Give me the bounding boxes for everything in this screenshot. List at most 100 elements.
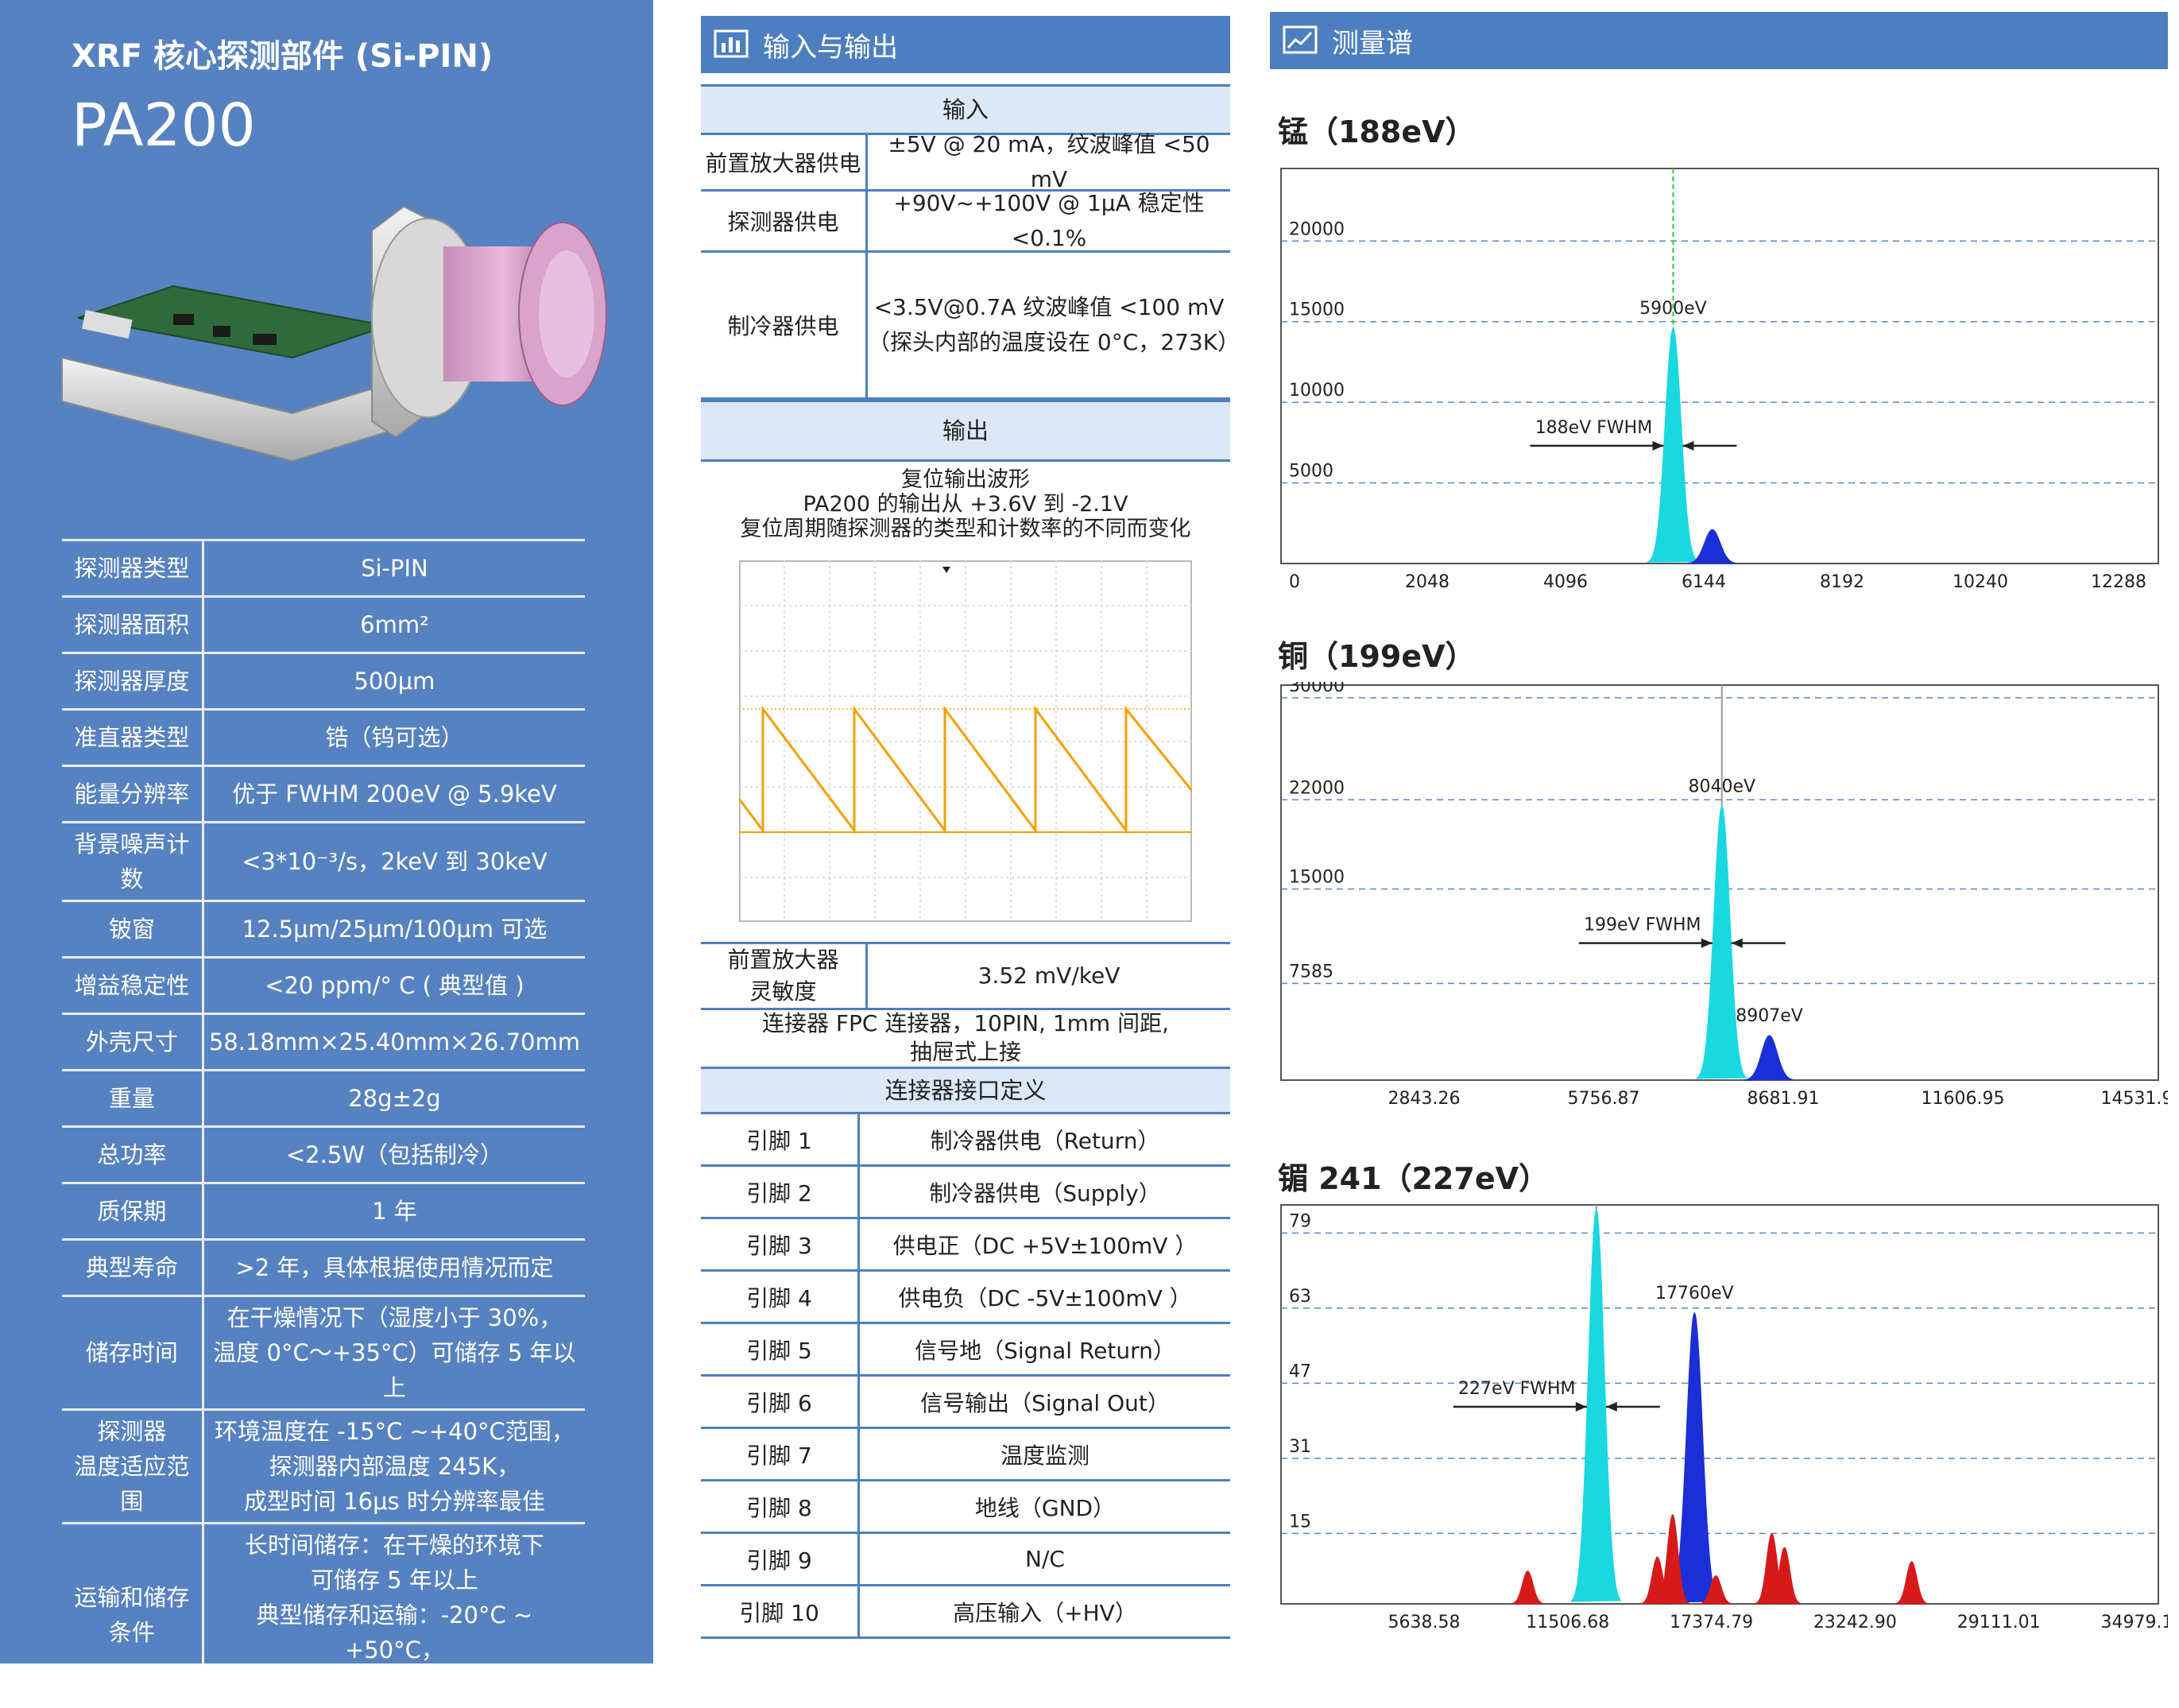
spec-value: Si-PIN (203, 539, 585, 597)
x-tick-label: 12288 (2091, 572, 2146, 592)
spec-row: 探测器 温度适应范围 环境温度在 -15°C ~+40°C范围， 探测器内部温度 … (62, 1408, 585, 1524)
pin-row: 引脚 9 N/C (701, 1534, 1230, 1586)
product-model: PA200 (72, 91, 256, 160)
input-label: 前置放大器供电 (701, 135, 868, 189)
x-tick-label: 23242.90 (1813, 1613, 1897, 1632)
pin-number: 引脚 8 (701, 1481, 860, 1532)
sensitivity-row: 前置放大器 灵敏度 3.52 mV/keV (701, 942, 1230, 1010)
spec-row: 探测器类型 Si-PIN (62, 539, 585, 597)
pin-row: 引脚 4 供电负（DC -5V±100mV ） (701, 1272, 1230, 1324)
input-row: 制冷器供电 <3.5V@0.7A 纹波峰值 <100 mV （探头内部的温度设在 … (701, 253, 1240, 400)
input-value: <3.5V@0.7A 纹波峰值 <100 mV （探头内部的温度设在 0°C，2… (868, 294, 1240, 355)
spec-value: <3*10⁻³/s，2keV 到 30keV (203, 821, 585, 901)
x-tick-label: 29111.01 (1957, 1613, 2041, 1632)
y-tick-label: 15 (1289, 1512, 1311, 1532)
input-label: 探测器供电 (701, 192, 868, 250)
sensitivity-label: 前置放大器 灵敏度 (701, 944, 868, 1008)
pin-number: 引脚 6 (701, 1377, 860, 1427)
spec-row: 重量 28g±2g (62, 1069, 585, 1127)
spec-value: <2.5W（包括制冷） (203, 1125, 585, 1183)
spec-row: 背景噪声计数 <3*10⁻³/s，2keV 到 30keV (62, 821, 585, 901)
wave-title: 复位输出波形 (901, 467, 1030, 492)
y-tick-label: 63 (1289, 1287, 1311, 1307)
spectrum-header: 测量谱 (1270, 12, 2168, 69)
fwhm-label: 227eV FWHM (1458, 1379, 1576, 1399)
spec-row: 总功率 <2.5W（包括制冷） (62, 1125, 585, 1183)
secondary-peak-label: 8907eV (1736, 1006, 1803, 1026)
chart-title-mn: 锰（188eV） (1278, 114, 1476, 149)
x-tick-label: 8192 (1820, 572, 1864, 592)
wave-line2: 复位周期随探测器的类型和计数率的不同而变化 (740, 517, 1191, 541)
spec-label: 增益稳定性 (62, 956, 204, 1014)
spec-row: 能量分辨率 优于 FWHM 200eV @ 5.9keV (62, 765, 585, 823)
input-value: ±5V @ 20 mA，纹波峰值 <50 mV (888, 131, 1210, 192)
spec-value: 1 年 (203, 1182, 585, 1240)
spec-label: 探测器类型 (62, 539, 204, 597)
pin-row: 引脚 7 温度监测 (701, 1429, 1230, 1481)
x-tick-label: 6144 (1682, 572, 1726, 592)
pin-row: 引脚 2 制冷器供电（Supply） (701, 1167, 1230, 1219)
y-tick-label: 30000 (1289, 682, 1345, 696)
peak-energy-label: 5900eV (1639, 299, 1707, 319)
io-panel: 输入与输出 输入 前置放大器供电 ±5V @ 20 mA，纹波峰值 <50 mV 探… (701, 0, 1240, 1663)
spec-label: 能量分辨率 (62, 765, 204, 823)
spec-value: 锆（钨可选） (203, 708, 585, 766)
pin-row: 引脚 3 供电正（DC +5V±100mV ） (701, 1219, 1230, 1272)
pin-number: 引脚 4 (701, 1272, 860, 1322)
spectrum-chart-mn: 5000 10000 15000 20000 0 2048 4096 6144 8192 1024… (1280, 168, 2159, 592)
pin-function: 供电负（DC -5V±100mV ） (898, 1284, 1192, 1311)
spec-row: 增益稳定性 <20 ppm/° C ( 典型值 ) (62, 956, 585, 1014)
spec-label: 准直器类型 (62, 708, 204, 766)
io-header-label: 输入与输出 (763, 31, 898, 64)
pin-number: 引脚 2 (701, 1167, 860, 1217)
spec-value: >2 年，具体根据使用情况而定 (203, 1238, 585, 1296)
x-tick-label: 0 (1289, 572, 1300, 592)
x-tick-label: 4096 (1543, 572, 1588, 592)
y-tick-label: 79 (1289, 1211, 1311, 1231)
pin-number: 引脚 7 (701, 1429, 860, 1479)
x-tick-label: 10240 (1953, 572, 2008, 592)
connector-line2: 抽屉式上接 (909, 1039, 1021, 1065)
spec-label: 外壳尺寸 (62, 1013, 204, 1071)
fwhm-label: 199eV FWHM (1584, 916, 1701, 935)
spec-label: 储存时间 (62, 1295, 204, 1410)
spec-label: 重量 (62, 1069, 204, 1127)
spec-label: 典型寿命 (62, 1238, 204, 1296)
left-panel: XRF 核心探测部件 (Si-PIN) PA200 探测器类型 Si-PIN 探测器… (0, 0, 653, 1708)
spec-value: <20 ppm/° C ( 典型值 ) (203, 956, 585, 1014)
spec-value: 环境温度在 -15°C ~+40°C范围， 探测器内部温度 245K， 成型时间… (203, 1408, 585, 1524)
spectrum-header-label: 测量谱 (1332, 27, 1413, 60)
x-tick-label: 5638.58 (1388, 1613, 1461, 1632)
x-tick-label: 2843.26 (1388, 1089, 1461, 1109)
pin-function: 信号地（Signal Return） (915, 1337, 1175, 1364)
spectrum-panel: 测量谱 锰（188eV） 5000 10000 15000 20000 0 2048 409… (1270, 0, 2179, 1663)
spec-row: 准直器类型 锆（钨可选） (62, 708, 585, 766)
y-tick-label: 7585 (1289, 962, 1333, 982)
pin-function: 温度监测 (1000, 1442, 1090, 1469)
pin-function: 地线（GND） (974, 1494, 1116, 1521)
x-tick-label: 11606.95 (1922, 1089, 2005, 1109)
y-tick-label: 15000 (1289, 868, 1345, 888)
spec-label: 运输和储存条件 (62, 1522, 204, 1708)
input-value: +90V~+100V @ 1μA 稳定性 <0.1% (893, 190, 1205, 251)
x-tick-label: 34979.11 (2101, 1613, 2168, 1632)
spec-label: 探测器面积 (62, 595, 204, 653)
y-tick-label: 22000 (1289, 778, 1345, 798)
spec-label: 质保期 (62, 1182, 204, 1240)
x-tick-label: 11506.68 (1526, 1613, 1609, 1632)
plot-frame (1280, 168, 2159, 564)
pin-row: 引脚 1 制冷器供电（Return） (701, 1114, 1230, 1167)
spectrum-chart-cu: 7585 15000 22000 30000 2843.26 5756.87 8681.91… (1280, 682, 2168, 1109)
reset-waveform-scope (739, 560, 1192, 922)
pin-function: 高压输入（+HV） (953, 1599, 1137, 1626)
spec-table: 探测器类型 Si-PIN 探测器面积 6mm² 探测器厚度 500μm 准直器类型 锆（钨可选… (62, 539, 585, 1708)
wave-line1: PA200 的输出从 +3.6V 到 -2.1V (803, 492, 1128, 517)
pin-number: 引脚 10 (701, 1586, 860, 1636)
y-tick-label: 10000 (1289, 381, 1345, 401)
spec-row: 外壳尺寸 58.18mm×25.40mm×26.70mm (62, 1013, 585, 1071)
spec-value: 12.5μm/25μm/100μm 可选 (203, 900, 585, 958)
spec-row: 运输和储存条件 长时间储存：在干燥的环境下 可储存 5 年以上 典型储存和运输：-… (62, 1522, 585, 1708)
pin-number: 引脚 9 (701, 1534, 860, 1584)
sensitivity-value: 3.52 mV/keV (977, 962, 1120, 989)
spec-value: 6mm² (203, 595, 585, 653)
